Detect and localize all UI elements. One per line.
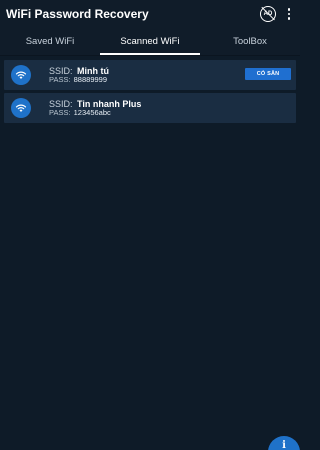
network-list: SSID: Minh tú PASS: 88889999 CÓ SẴN SSID… [0, 56, 300, 123]
pass-line: PASS: 88889999 [49, 74, 109, 85]
more-vert-icon[interactable] [284, 6, 294, 22]
tab-scanned-wifi[interactable]: Scanned WiFi [100, 28, 200, 55]
tab-toolbox[interactable]: ToolBox [200, 28, 300, 55]
no-ads-icon[interactable]: AD [260, 6, 276, 22]
tab-saved-wifi[interactable]: Saved WiFi [0, 28, 100, 55]
wifi-icon [11, 65, 31, 85]
pass-value: 123456abc [73, 107, 111, 117]
no-ads-label: AD [263, 11, 273, 17]
wifi-icon [11, 98, 31, 118]
app-bar: WiFi Password Recovery AD [0, 0, 300, 28]
network-info: SSID: Minh tú PASS: 88889999 [49, 66, 109, 85]
network-info: SSID: Tin nhanh Plus PASS: 123456abc [49, 99, 141, 118]
pass-value: 88889999 [73, 74, 108, 84]
status-badge[interactable]: CÓ SẴN [245, 68, 291, 80]
pass-line: PASS: 123456abc [49, 107, 141, 118]
pass-label: PASS: [49, 107, 71, 117]
network-row[interactable]: SSID: Tin nhanh Plus PASS: 123456abc [4, 93, 296, 123]
tab-bar: Saved WiFi Scanned WiFi ToolBox [0, 28, 300, 56]
pass-label: PASS: [49, 74, 71, 84]
app-title: WiFi Password Recovery [6, 7, 149, 21]
network-row[interactable]: SSID: Minh tú PASS: 88889999 CÓ SẴN [4, 60, 296, 90]
info-fab[interactable]: i [268, 436, 300, 450]
info-icon: i [282, 440, 286, 450]
